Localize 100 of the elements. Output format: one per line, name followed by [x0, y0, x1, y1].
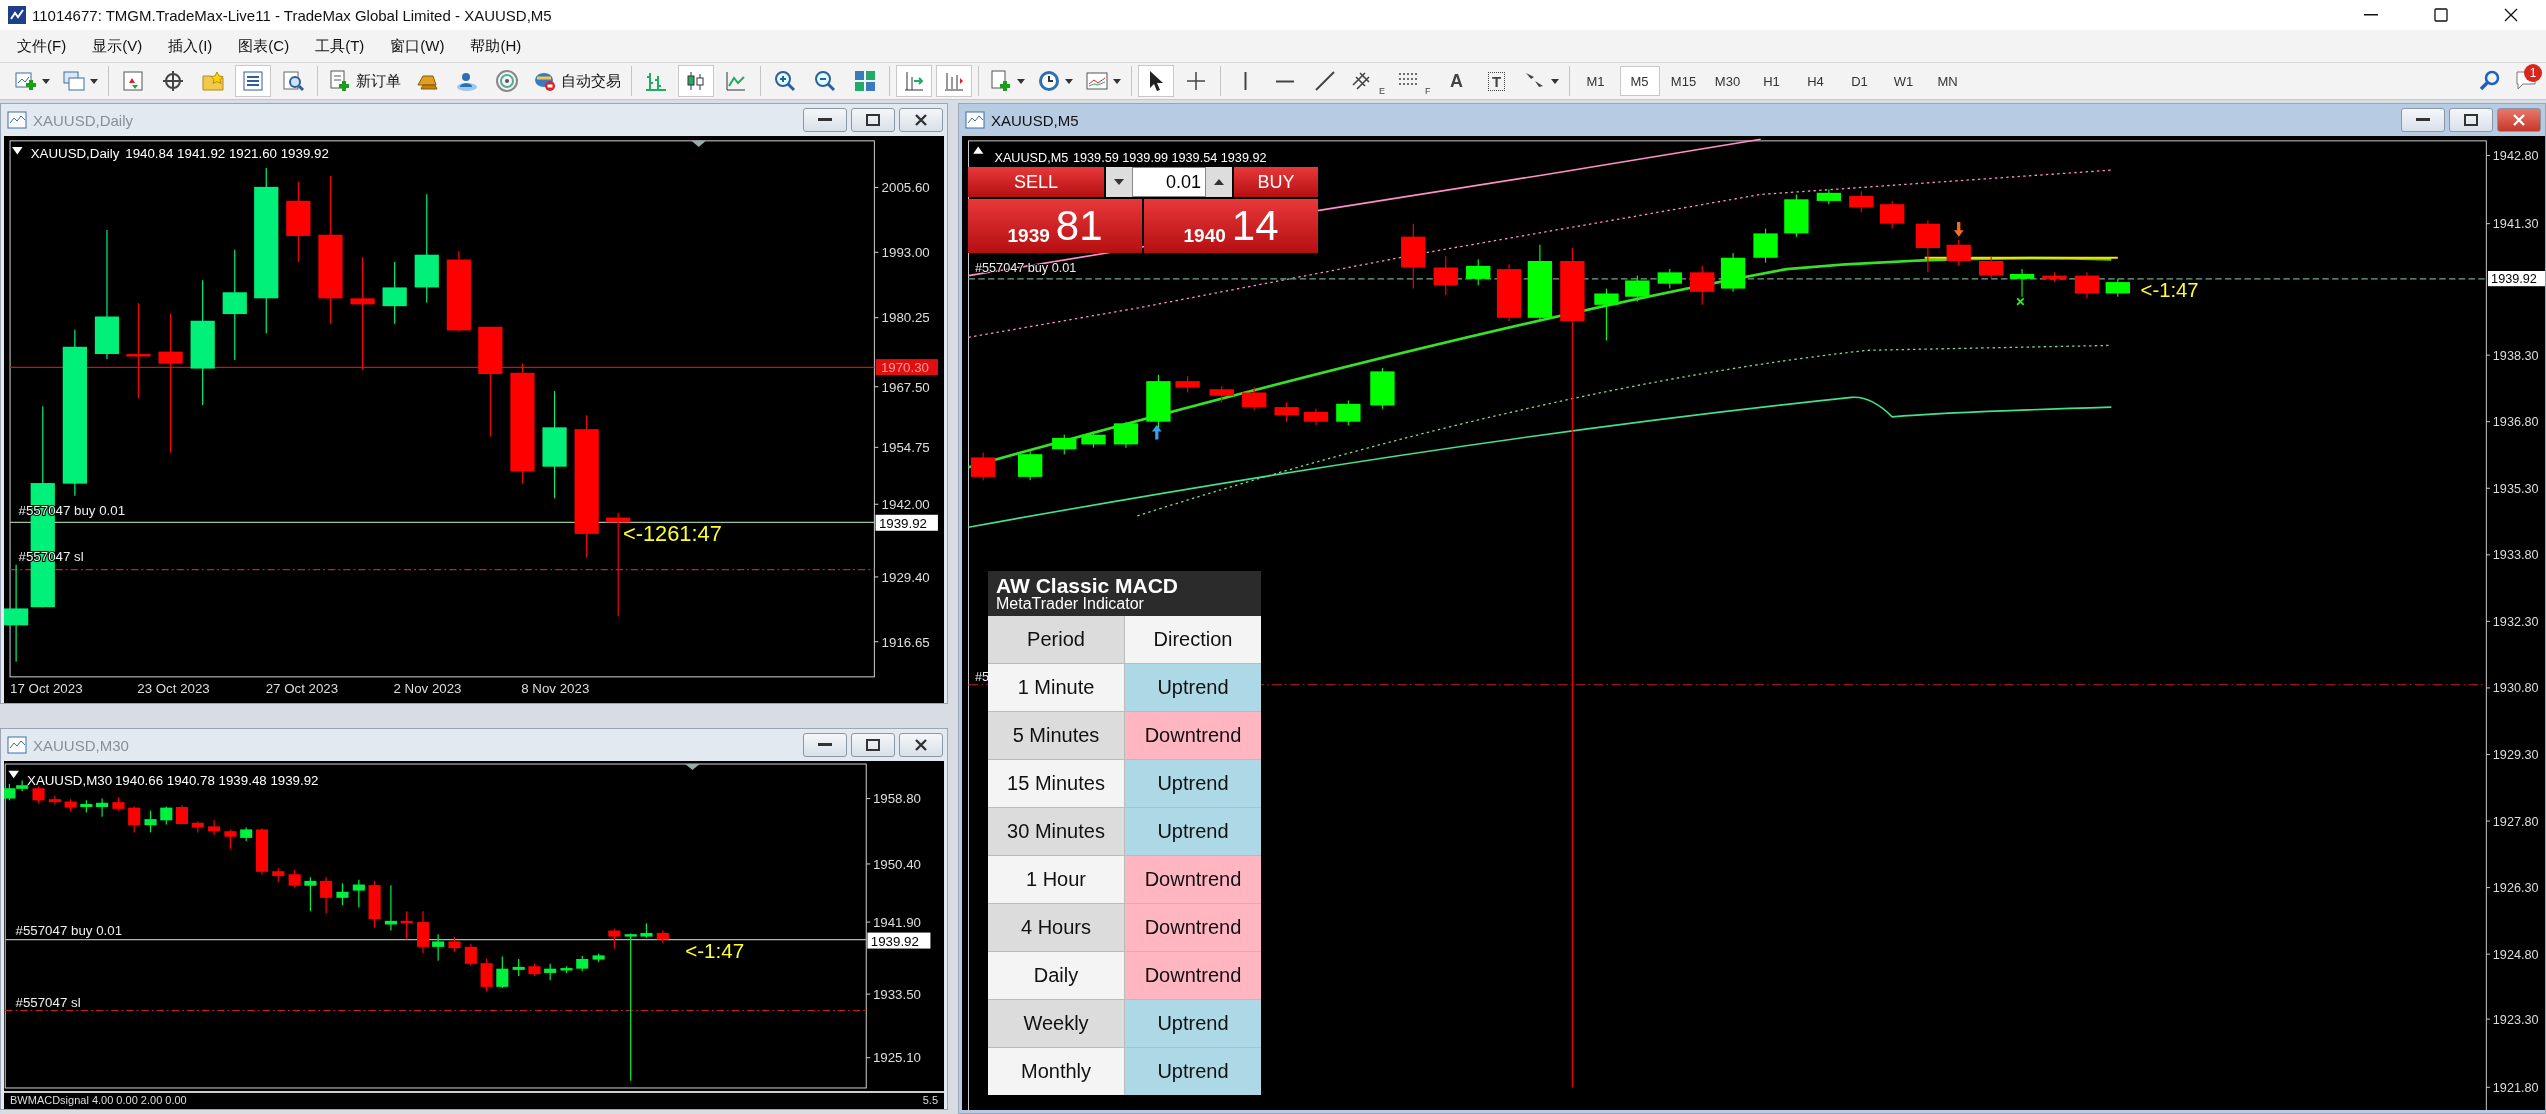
alert-price-tag: 1970.30	[875, 359, 938, 376]
text-label-button[interactable]: T	[1478, 65, 1515, 97]
order-label: #557047 buy 0.01	[975, 260, 1077, 275]
sell-price-button[interactable]: 1939 81	[968, 199, 1142, 253]
bar-countdown: <-1:47	[2140, 278, 2199, 301]
price-tick-label: 1967.50	[881, 379, 930, 395]
date-label: 17 Oct 2023	[10, 681, 83, 697]
buy-price-button[interactable]: 1940 14	[1144, 199, 1318, 253]
date-label: 23 Oct 2023	[137, 681, 210, 697]
date-label: 27 Oct 2023	[265, 681, 339, 697]
price-tick-label: 5.5	[922, 1093, 938, 1108]
ohlc-values: 1940.66 1940.78 1939.48 1939.92	[114, 773, 319, 789]
menu-item[interactable]: 窗口(W)	[377, 32, 458, 60]
autotrading-button[interactable]: 自动交易	[529, 65, 625, 97]
table-cell: Monthly	[988, 1048, 1124, 1095]
date-label: 8 Nov 2023	[521, 681, 590, 697]
order-label: #5	[975, 670, 990, 685]
price-tick-label: 1941.30	[2492, 217, 2539, 232]
menu-item[interactable]: 显示(V)	[79, 32, 156, 60]
new-order-button[interactable]: 新订单	[324, 65, 405, 97]
price-tick-label: 1938.30	[2492, 348, 2539, 363]
table-cell: 5 Minutes	[988, 712, 1124, 759]
bar-countdown: <-1261:47	[623, 520, 722, 546]
window-title: 11014677: TMGM.TradeMax-Live11 - TradeMax Global Limited - XAUUSD,M5	[32, 6, 553, 24]
price-tick-label: 1993.00	[881, 245, 930, 261]
price-tick-label: 1927.80	[2492, 814, 2539, 829]
lot-field[interactable]: 0.01	[1132, 167, 1206, 197]
messages-button[interactable]: 1	[2508, 66, 2540, 96]
current-price-tag: 1939.92	[875, 514, 938, 531]
table-cell: 4 Hours	[988, 904, 1124, 951]
text-button[interactable]: A	[1438, 65, 1475, 97]
trend-cell: Uptrend	[1125, 1048, 1261, 1095]
table-cell: Weekly	[988, 1000, 1124, 1047]
menu-item[interactable]: 插入(I)	[155, 32, 226, 60]
chart-window-title: XAUUSD,Daily	[33, 111, 135, 129]
trend-cell: Downtrend	[1125, 856, 1261, 903]
price-tick-label: 1933.80	[2492, 548, 2539, 563]
table-cell: 1 Minute	[988, 664, 1124, 711]
price-tick-label: 1925.10	[872, 1050, 921, 1066]
price-tick-label: 1916.65	[881, 634, 930, 650]
price-tick-label: 1932.30	[2492, 614, 2539, 629]
chart-symbol: XAUUSD,Daily	[30, 145, 120, 161]
table-cell: Daily	[988, 952, 1124, 999]
timeframe-button[interactable]: M5	[1619, 66, 1660, 96]
price-tick-label: 1980.25	[881, 310, 930, 326]
timeframe-button[interactable]: MN	[1927, 66, 1968, 96]
price-tick-label: 1926.30	[2492, 881, 2539, 896]
price-tick-label: 1936.80	[2492, 415, 2539, 430]
indicator-title: AW Classic MACD	[996, 575, 1180, 596]
chart-symbol: XAUUSD,M30	[27, 773, 113, 789]
order-label: #557047 sl	[15, 994, 81, 1010]
ohlc-values: 1940.84 1941.92 1921.60 1939.92	[125, 145, 329, 161]
price-tick-label: 1942.00	[881, 497, 930, 513]
chart-window-title: XAUUSD,M5	[991, 111, 1080, 129]
price-tick-label: 1930.80	[2492, 681, 2539, 696]
indicator-subtitle: MetaTrader Indicator	[996, 596, 1145, 612]
table-cell: 30 Minutes	[988, 808, 1124, 855]
price-tick-label: 2005.60	[881, 180, 930, 196]
price-tick-label: 1921.80	[2492, 1080, 2539, 1095]
price-tick-label: 1954.75	[881, 440, 930, 456]
price-tick-label: 1924.80	[2492, 947, 2539, 962]
menu-item[interactable]: 工具(T)	[302, 32, 378, 60]
timeframe-button[interactable]: W1	[1883, 66, 1924, 96]
trend-cell: Downtrend	[1125, 952, 1261, 999]
price-tick-label: 1942.80	[2492, 149, 2539, 164]
price-tick-label: 1933.50	[872, 986, 921, 1002]
current-price-tag: 1939.92	[2487, 271, 2545, 287]
fibonacci-button[interactable]: F	[1393, 65, 1435, 97]
chart-symbol: XAUUSD,M5	[994, 150, 1069, 165]
price-tick-label: 1923.30	[2492, 1012, 2539, 1027]
buy-button[interactable]: BUY	[1234, 167, 1318, 197]
channel-button[interactable]: E	[1347, 65, 1389, 97]
notification-badge: 1	[2524, 64, 2542, 82]
timeframe-button[interactable]: M15	[1663, 66, 1704, 96]
bar-countdown: <-1:47	[685, 938, 745, 962]
chart-window-title: XAUUSD,M30	[33, 736, 130, 754]
trend-cell: Downtrend	[1125, 904, 1261, 951]
sell-button[interactable]: SELL	[968, 167, 1104, 197]
price-tick-label: 1958.80	[872, 791, 921, 807]
timeframe-button[interactable]: D1	[1839, 66, 1880, 96]
indicator-label: BWMACDsignal 4.00 0.00 2.00 0.00	[10, 1093, 187, 1108]
price-tick-label: 1929.30	[2492, 748, 2539, 763]
ohlc-values: 1939.59 1939.99 1939.54 1939.92	[1072, 150, 1267, 165]
trend-cell: Uptrend	[1125, 760, 1261, 807]
trend-cell: Downtrend	[1125, 712, 1261, 759]
timeframe-button[interactable]: H4	[1795, 66, 1836, 96]
trend-cell: Uptrend	[1125, 808, 1261, 855]
timeframe-button[interactable]: M1	[1575, 66, 1616, 96]
table-cell: 1 Hour	[988, 856, 1124, 903]
trend-cell: Uptrend	[1125, 664, 1261, 711]
current-price-tag: 1939.92	[867, 932, 931, 949]
timeframe-button[interactable]: M30	[1707, 66, 1748, 96]
menu-item[interactable]: 帮助(H)	[457, 32, 535, 60]
order-label: #557047 buy 0.01	[15, 923, 123, 939]
column-header: Direction	[1125, 616, 1261, 663]
timeframe-button[interactable]: H1	[1751, 66, 1792, 96]
price-tick-label: 1941.90	[872, 914, 921, 930]
menu-item[interactable]: 图表(C)	[225, 32, 303, 60]
menu-item[interactable]: 文件(F)	[4, 32, 80, 60]
table-cell: 15 Minutes	[988, 760, 1124, 807]
